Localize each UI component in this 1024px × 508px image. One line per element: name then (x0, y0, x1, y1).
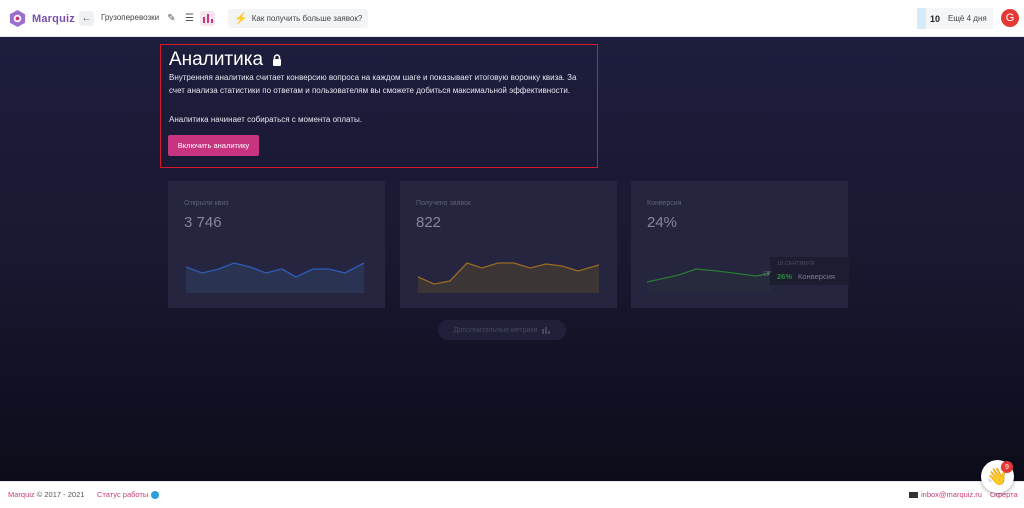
copyright-years: © 2017 - 2021 (36, 490, 85, 499)
tooltip-row: 26% Конверсия (777, 272, 835, 281)
telegram-icon (151, 490, 160, 499)
trial-days[interactable]: 10 Ещё 4 дня (917, 8, 993, 29)
enable-analytics-button[interactable]: Включить аналитику (168, 135, 259, 156)
sparkline-area (647, 269, 771, 293)
card-label: Открыли квиз (184, 200, 229, 207)
footer: Marquiz © 2017 - 2021 Статус работы inbo… (0, 481, 1024, 508)
lock-icon (273, 54, 282, 66)
edit-button[interactable]: ✎ (164, 11, 179, 26)
days-accent (917, 8, 926, 29)
hand-cursor-icon: ☞ (763, 269, 772, 280)
mail-icon (909, 491, 918, 498)
card-label: Конверсия (647, 200, 682, 207)
promo-title-row: Аналитика (169, 49, 282, 71)
more-metrics-label: Дополнительные метрики (453, 326, 538, 334)
chart-tooltip: 18 СЕНТЯБРЯ 26% Конверсия (770, 257, 849, 285)
card-label: Получено заявок (416, 200, 472, 207)
sparkline-leads (417, 262, 600, 293)
list-icon: ☰ (185, 13, 194, 24)
promo-description: Внутренняя аналитика считает конверсию в… (169, 73, 577, 95)
bar-chart-icon (542, 326, 551, 334)
main-area: Аналитика Внутренняя аналитика считает к… (0, 37, 1024, 481)
tip-text: Как получить больше заявок? (251, 14, 363, 23)
metric-card-conversion: Конверсия 24% 18 СЕНТЯБРЯ 26% Конверсия … (631, 181, 849, 308)
days-count: 10 (926, 8, 945, 29)
top-bar: Marquiz ← Грузоперевозки ✎ ☰ ⚡ Как получ… (0, 0, 1024, 37)
days-text: Ещё 4 дня (944, 8, 993, 29)
logo-text: Marquiz (32, 12, 75, 25)
bar-chart-icon (202, 14, 213, 23)
tooltip-value: 26% (777, 272, 793, 281)
tooltip-label: Конверсия (798, 272, 835, 281)
sparkline-area (186, 263, 364, 293)
status-link-label: Статус работы (97, 490, 149, 499)
copyright: Marquiz © 2017 - 2021 (8, 490, 84, 499)
card-value: 822 (416, 214, 442, 231)
more-metrics-button[interactable]: Дополнительные метрики (438, 320, 566, 340)
card-value: 24% (647, 214, 678, 231)
email-address: inbox@marquiz.ru (921, 490, 982, 499)
tooltip-date: 18 СЕНТЯБРЯ (777, 261, 815, 267)
metric-card-opened: Открыли квиз 3 746 (168, 181, 385, 308)
analytics-button[interactable] (200, 11, 215, 26)
analytics-promo: Аналитика Внутренняя аналитика считает к… (160, 44, 598, 168)
sparkline-opened (185, 262, 365, 293)
logo[interactable]: Marquiz (8, 9, 75, 28)
footer-brand-link[interactable]: Marquiz (8, 490, 35, 499)
quiz-name: Грузоперевозки (101, 13, 160, 22)
tip-button[interactable]: ⚡ Как получить больше заявок? (228, 9, 369, 28)
back-button[interactable]: ← (79, 11, 94, 26)
sparkline-area (418, 263, 599, 293)
avatar[interactable]: G (1001, 9, 1019, 27)
page-title: Аналитика (169, 49, 264, 70)
arrow-left-icon: ← (81, 13, 92, 24)
metric-card-leads: Получено заявок 822 (400, 181, 617, 308)
status-link[interactable]: Статус работы (97, 490, 160, 499)
email-link[interactable]: inbox@marquiz.ru (909, 490, 982, 499)
lightning-icon: ⚡ (234, 13, 248, 25)
promo-note: Аналитика начинает собираться с момента … (169, 115, 362, 124)
list-button[interactable]: ☰ (182, 11, 197, 26)
pencil-icon: ✎ (167, 13, 176, 24)
chat-badge: 9 (1001, 461, 1013, 473)
card-value: 3 746 (184, 214, 222, 231)
marquiz-logo-icon (9, 9, 26, 28)
